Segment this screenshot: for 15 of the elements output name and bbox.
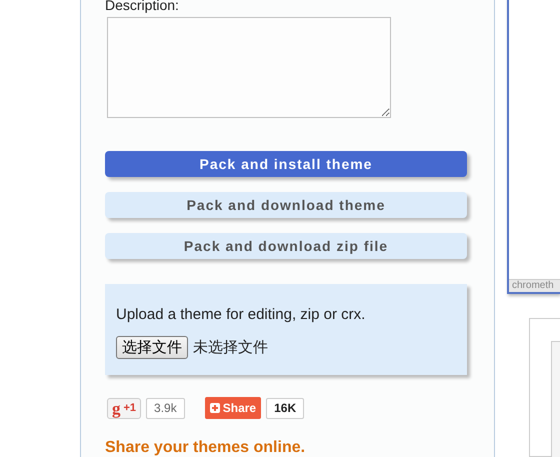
primary-button[interactable]: Pack and install theme	[105, 151, 467, 177]
plus-icon	[210, 403, 220, 413]
description-field[interactable]	[107, 17, 391, 118]
secondary-button[interactable]: Pack and download zip file	[105, 233, 467, 259]
preview-caption: chrometh	[509, 279, 560, 292]
share-heading: Share your themes online.	[105, 439, 306, 457]
plus-one-count: 3.9k	[146, 398, 185, 418]
secondary-button[interactable]: Pack and download theme	[105, 192, 467, 218]
file-status: 未选择文件	[193, 338, 268, 357]
share-count: 16K	[266, 398, 304, 418]
upload-text: Upload a theme for editing, zip or crx.	[116, 306, 366, 323]
description-label: Description:	[105, 0, 180, 14]
share-button[interactable]: Share	[204, 397, 262, 419]
choose-file-button[interactable]: 选择文件	[116, 336, 188, 359]
plus-one-button[interactable]: g +1	[107, 398, 142, 418]
